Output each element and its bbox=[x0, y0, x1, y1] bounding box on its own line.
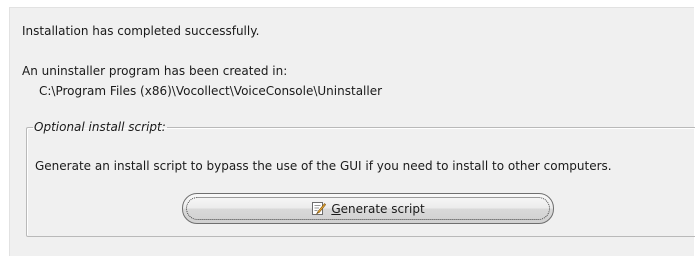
generate-script-button[interactable]: Generate script bbox=[182, 193, 554, 224]
optional-install-script-legend: Optional install script: bbox=[34, 120, 166, 134]
uninstaller-path: C:\Program Files (x86)\Vocollect\VoiceCo… bbox=[39, 84, 383, 98]
installation-complete-panel: Installation has completed successfully.… bbox=[9, 7, 695, 256]
completion-message: Installation has completed successfully. bbox=[22, 24, 260, 38]
generate-script-label: Generate script bbox=[331, 202, 424, 216]
edit-document-icon bbox=[311, 201, 327, 216]
optional-install-script-group: Optional install script: Generate an ins… bbox=[26, 120, 695, 237]
install-script-description: Generate an install script to bypass the… bbox=[35, 159, 612, 173]
uninstaller-label: An uninstaller program has been created … bbox=[22, 64, 288, 78]
generate-script-label-rest: enerate script bbox=[340, 201, 425, 216]
generate-script-mnemonic: G bbox=[331, 201, 341, 216]
